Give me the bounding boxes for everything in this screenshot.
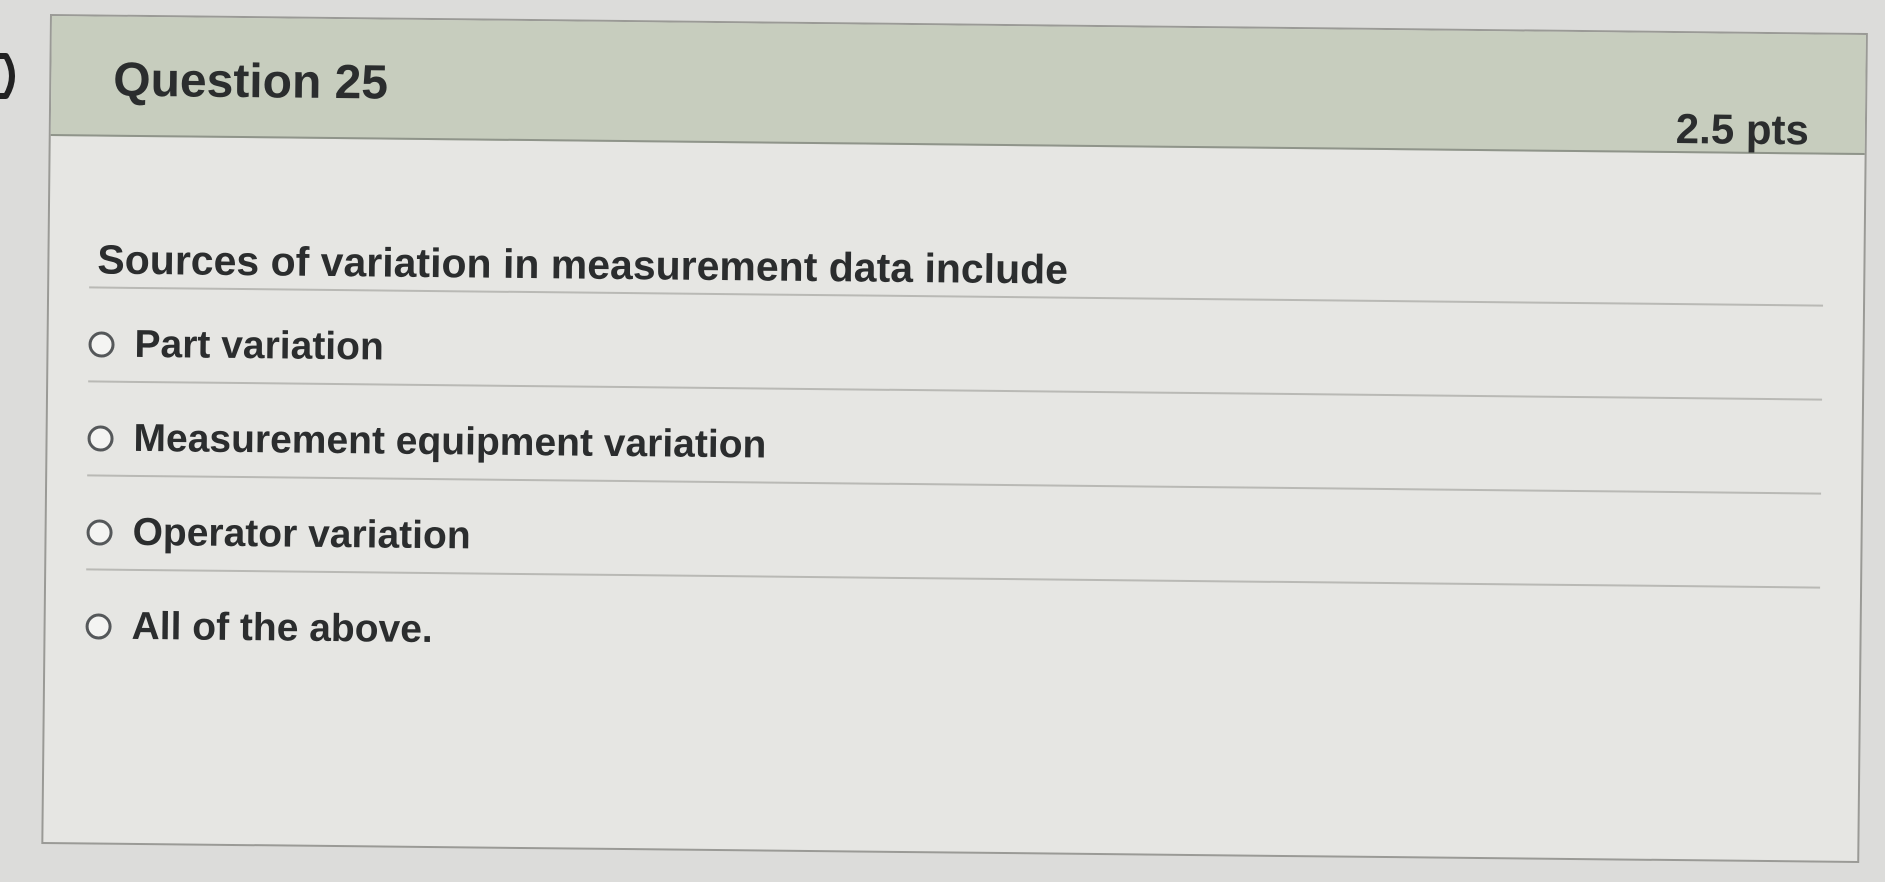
answer-divider xyxy=(88,380,1823,401)
radio-button[interactable] xyxy=(85,613,112,640)
answer-label: Operator variation xyxy=(132,510,471,558)
answer-label: Measurement equipment variation xyxy=(133,416,767,467)
bookmark-flag-icon[interactable] xyxy=(0,52,24,100)
radio-button[interactable] xyxy=(87,425,114,452)
answer-option-part-variation[interactable]: Part variation xyxy=(88,314,384,377)
answer-divider xyxy=(86,568,1821,589)
answer-label: Part variation xyxy=(134,322,385,369)
answer-divider xyxy=(87,474,1822,495)
radio-button[interactable] xyxy=(88,331,115,358)
question-points: 2.5 pts xyxy=(1675,105,1810,154)
radio-button[interactable] xyxy=(86,519,113,546)
question-prompt: Sources of variation in measurement data… xyxy=(97,236,1069,293)
answer-label: All of the above. xyxy=(131,604,434,652)
question-card: Question 25 2.5 pts Sources of variation… xyxy=(41,14,1868,863)
question-header: Question 25 2.5 pts xyxy=(50,16,1866,156)
answer-option-all-of-the-above[interactable]: All of the above. xyxy=(85,596,433,660)
answer-option-operator-variation[interactable]: Operator variation xyxy=(86,502,471,566)
answer-option-measurement-equipment-variation[interactable]: Measurement equipment variation xyxy=(87,408,767,475)
question-title: Question 25 xyxy=(113,53,389,110)
